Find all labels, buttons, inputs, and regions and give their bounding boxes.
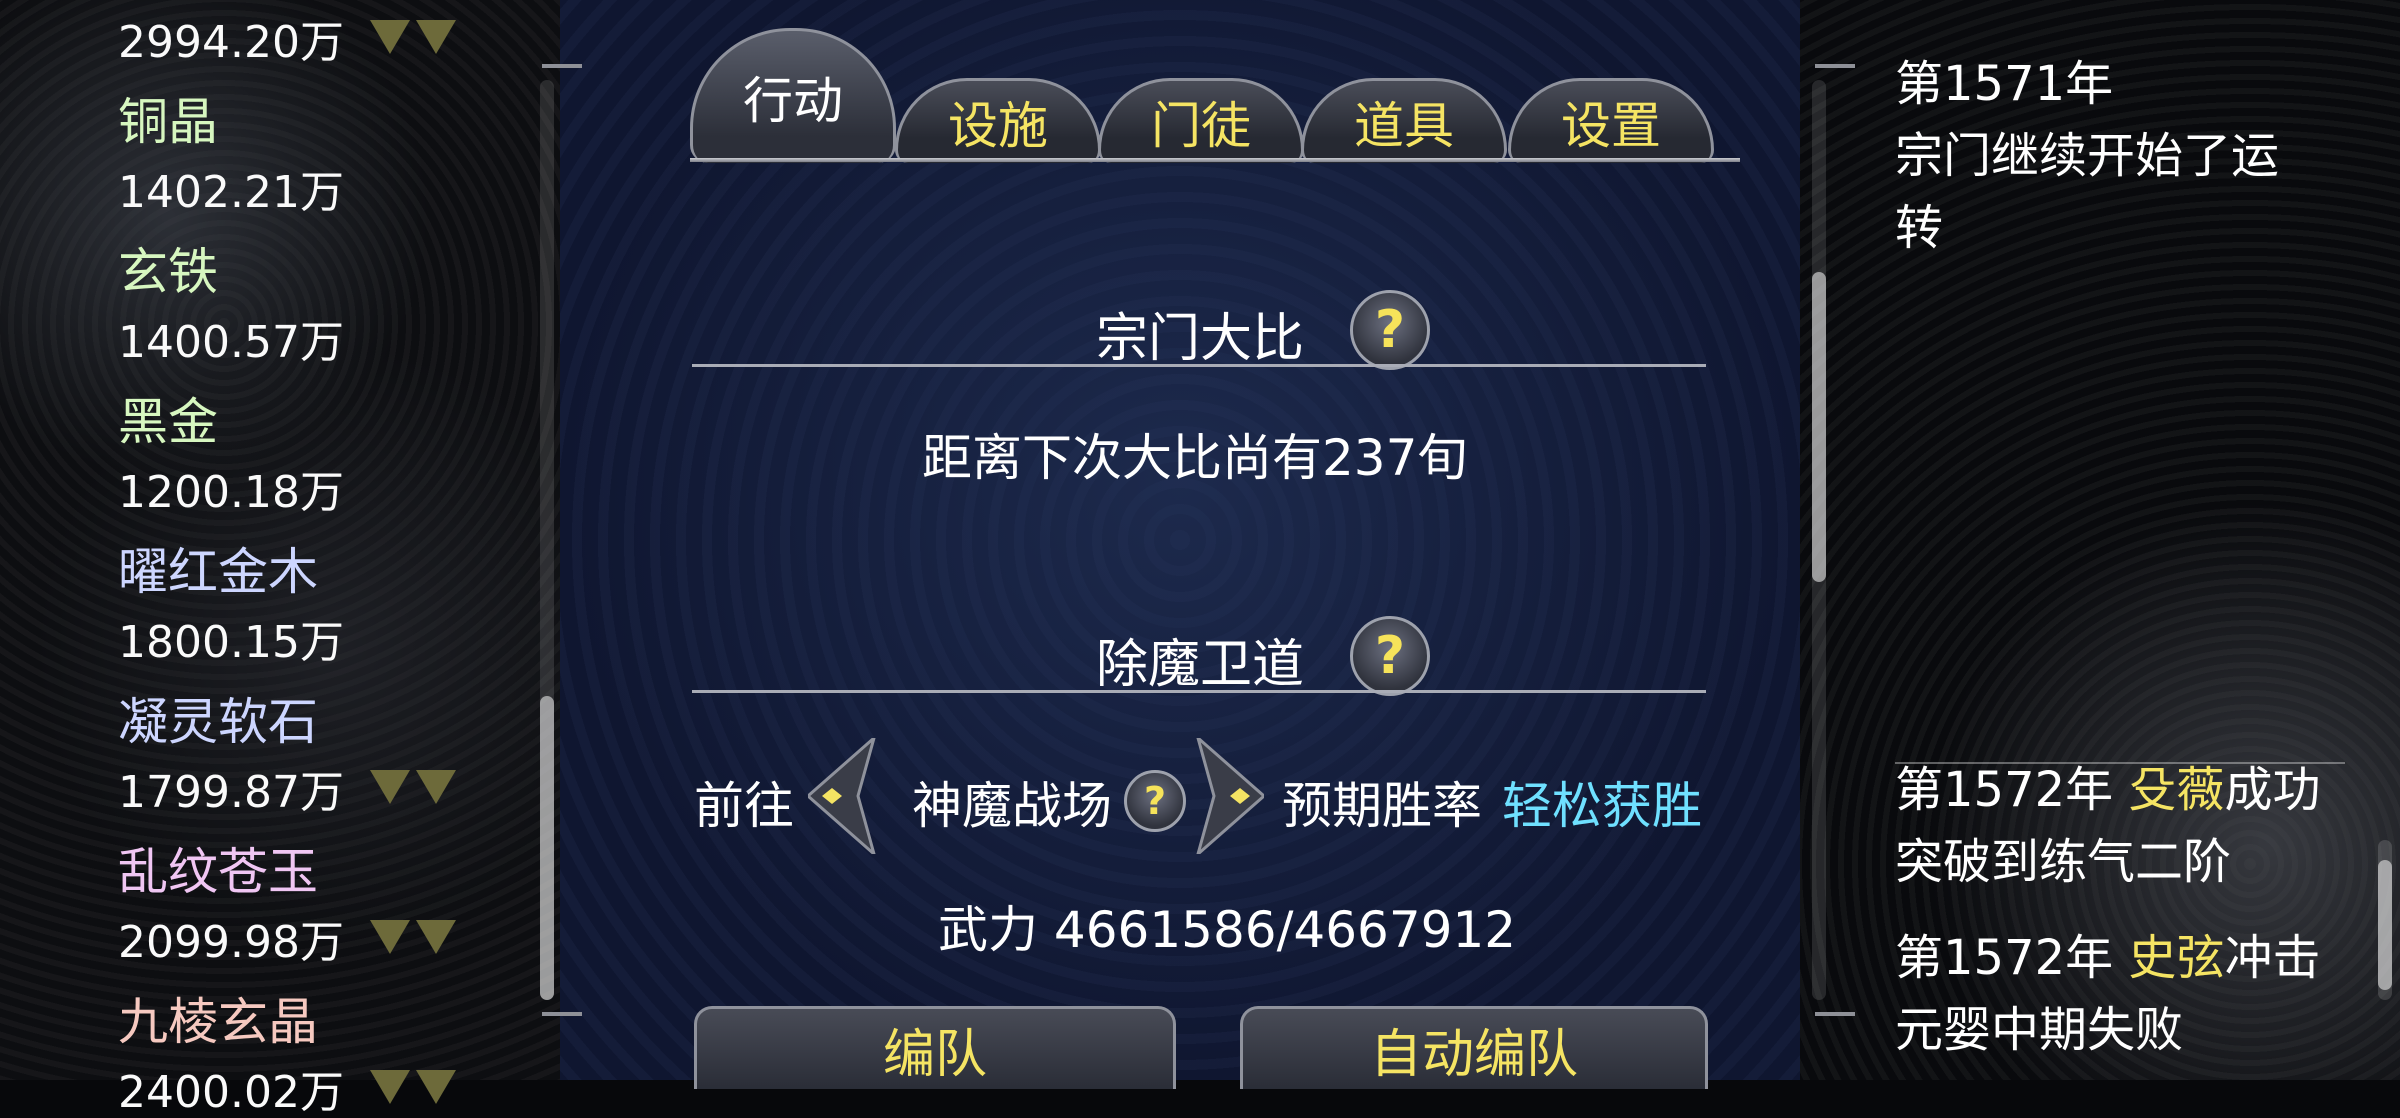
resource-name: 曜红金木 [118, 543, 318, 601]
demon-divider [692, 690, 1706, 693]
log-line: 宗门继续开始了运 [1895, 128, 2280, 184]
down-triangle-icon [370, 1070, 410, 1104]
win-rate-label: 预期胜率 [1282, 777, 1482, 835]
log-text: 冲击 [2224, 930, 2321, 986]
log-year: 第1572年 [1895, 762, 2129, 818]
resource-amount: 2994.20万 [118, 17, 344, 68]
log-line: 元婴中期失败 [1895, 1002, 2184, 1058]
auto-team-button[interactable]: 自动编队 [1240, 1006, 1708, 1089]
location-next-arrow-icon[interactable] [1196, 738, 1264, 854]
demon-help-icon[interactable]: ? [1350, 616, 1430, 696]
location-prev-arrow-icon[interactable] [808, 738, 876, 854]
power-value: 武力 4661586/4667912 [938, 901, 1517, 959]
log-year: 第1572年 [1895, 930, 2129, 986]
resource-amount: 1799.87万 [118, 767, 344, 818]
resource-name: 乱纹苍玉 [118, 843, 318, 901]
win-rate-value: 轻松获胜 [1502, 777, 1702, 835]
resource-name: 黑金 [118, 393, 218, 451]
down-triangle-icon [416, 1070, 456, 1104]
tab-disciples[interactable]: 门徒 [1098, 78, 1304, 163]
log-line: 第1572年 殳薇成功 [1895, 754, 2355, 826]
tournament-help-icon[interactable]: ? [1350, 290, 1430, 370]
location-help-icon[interactable]: ? [1124, 770, 1186, 832]
down-triangle-icon [416, 20, 456, 54]
resource-name: 凝灵软石 [118, 693, 318, 751]
location-name: 神魔战场 [912, 777, 1112, 835]
tournament-divider [692, 364, 1706, 367]
center-scrollbar-bottom-cap [1815, 1012, 1855, 1016]
tournament-title: 宗门大比 [1096, 309, 1305, 369]
decrease-indicator-icon [370, 20, 456, 54]
resource-scrollbar-thumb[interactable] [540, 696, 554, 1000]
decrease-indicator-icon [370, 1070, 456, 1104]
resource-amount: 1400.57万 [118, 317, 344, 368]
decrease-indicator-icon [370, 920, 456, 954]
disciple-name[interactable]: 殳薇 [2128, 762, 2224, 818]
log-line: 转 [1895, 200, 1944, 256]
log-entry: 第1571年 宗门继续开始了运 转 [1895, 48, 2355, 264]
tab-bar-divider [690, 158, 1740, 162]
resource-amount: 1200.18万 [118, 467, 344, 518]
center-scrollbar-thumb[interactable] [1812, 272, 1826, 582]
disciple-name[interactable]: 史弦 [2128, 930, 2224, 986]
down-triangle-icon [416, 920, 456, 954]
tab-facilities[interactable]: 设施 [895, 78, 1101, 163]
log-line: 突破到练气二阶 [1895, 834, 2232, 890]
tournament-countdown: 距离下次大比尚有237旬 [922, 429, 1468, 487]
log-entry: 第1572年 史弦冲击 元婴中期失败 [1895, 922, 2355, 1066]
resource-name: 铜晶 [118, 93, 218, 151]
resource-name: 九棱玄晶 [118, 993, 318, 1051]
center-scrollbar-top-cap [1815, 64, 1855, 68]
log-line: 第1571年 [1895, 56, 2114, 112]
log-scrollbar-thumb[interactable] [2378, 860, 2392, 990]
resource-amount: 1800.15万 [118, 617, 344, 668]
scrollbar-bottom-cap [542, 1012, 582, 1016]
down-triangle-icon [370, 20, 410, 54]
team-button[interactable]: 编队 [694, 1006, 1176, 1089]
tab-settings[interactable]: 设置 [1508, 78, 1714, 163]
scrollbar-top-cap [542, 64, 582, 68]
resource-amount: 1402.21万 [118, 167, 344, 218]
log-entry: 第1572年 殳薇成功 突破到练气二阶 [1895, 754, 2355, 898]
log-text: 成功 [2224, 762, 2321, 818]
down-triangle-icon [370, 770, 410, 804]
down-triangle-icon [416, 770, 456, 804]
go-label: 前往 [694, 777, 794, 835]
down-triangle-icon [370, 920, 410, 954]
tab-items[interactable]: 道具 [1301, 78, 1507, 163]
resource-name: 玄铁 [118, 243, 218, 301]
decrease-indicator-icon [370, 770, 456, 804]
resource-amount: 2400.02万 [118, 1067, 344, 1118]
demon-title: 除魔卫道 [1096, 635, 1305, 695]
log-line: 第1572年 史弦冲击 [1895, 922, 2355, 994]
resource-amount: 2099.98万 [118, 917, 344, 968]
